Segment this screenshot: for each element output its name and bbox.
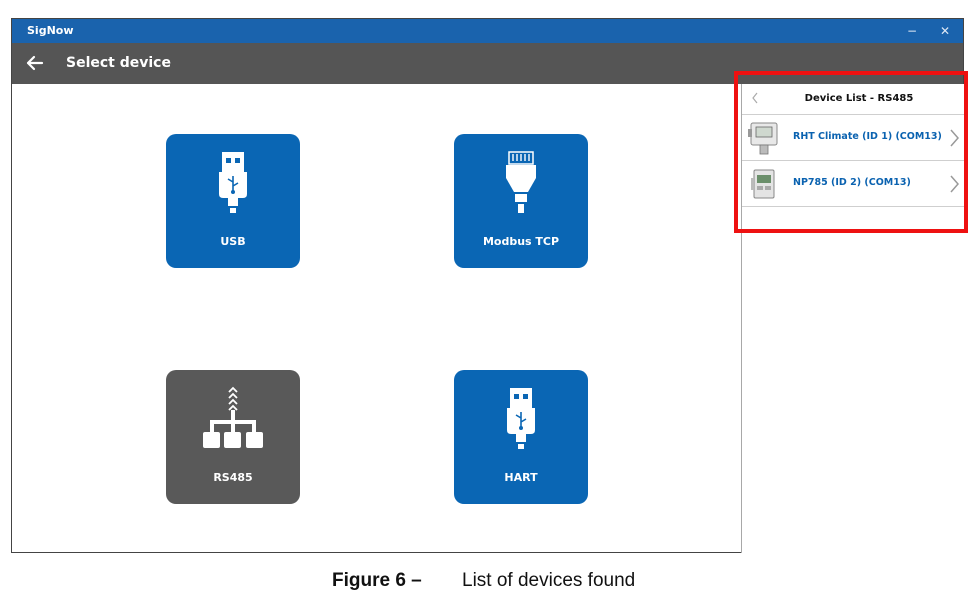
tile-rs485[interactable]: RS485 bbox=[166, 370, 300, 504]
device-thumbnail-icon bbox=[748, 122, 778, 155]
device-list-header: Device List - RS485 bbox=[742, 84, 964, 115]
usb-icon bbox=[219, 152, 247, 213]
device-row-rht-climate[interactable]: RHT Climate (ID 1) (COM13) bbox=[742, 115, 964, 161]
device-name: RHT Climate (ID 1) (COM13) bbox=[793, 131, 942, 142]
tile-label: RS485 bbox=[213, 471, 253, 484]
tile-hart[interactable]: HART bbox=[454, 370, 588, 504]
device-thumbnail-icon bbox=[751, 169, 775, 199]
figure-text: List of devices found bbox=[462, 570, 636, 591]
chevron-right-icon bbox=[950, 129, 959, 147]
chevron-right-icon bbox=[950, 175, 959, 193]
tile-usb[interactable]: USB bbox=[166, 134, 300, 268]
app-window: SigNow − ✕ Select device USB Modbus TCP … bbox=[11, 18, 964, 553]
title-bar: SigNow − ✕ bbox=[12, 19, 963, 43]
figure-number: Figure 6 – bbox=[332, 570, 422, 591]
page-title: Select device bbox=[66, 55, 171, 71]
app-title: SigNow bbox=[27, 24, 74, 37]
device-list-title: Device List - RS485 bbox=[804, 93, 914, 104]
back-button[interactable] bbox=[24, 52, 48, 74]
arrow-left-icon bbox=[26, 55, 44, 71]
device-row-np785[interactable]: NP785 (ID 2) (COM13) bbox=[742, 161, 964, 207]
tile-label: Modbus TCP bbox=[482, 235, 560, 248]
device-list-panel: Device List - RS485 RHT Climate (ID 1) (… bbox=[741, 84, 964, 553]
device-name: NP785 (ID 2) (COM13) bbox=[793, 177, 911, 188]
ethernet-plug-icon bbox=[506, 151, 536, 213]
network-tree-icon bbox=[203, 386, 263, 448]
figure-caption: Figure 6 – List of devices found bbox=[0, 570, 974, 596]
usb-icon bbox=[507, 388, 535, 449]
close-button[interactable]: ✕ bbox=[935, 22, 955, 40]
page-header: Select device bbox=[12, 43, 963, 84]
tile-label: USB bbox=[220, 235, 246, 248]
tile-label: HART bbox=[504, 471, 538, 484]
minimize-button[interactable]: − bbox=[902, 22, 922, 40]
tile-modbus-tcp[interactable]: Modbus TCP bbox=[454, 134, 588, 268]
